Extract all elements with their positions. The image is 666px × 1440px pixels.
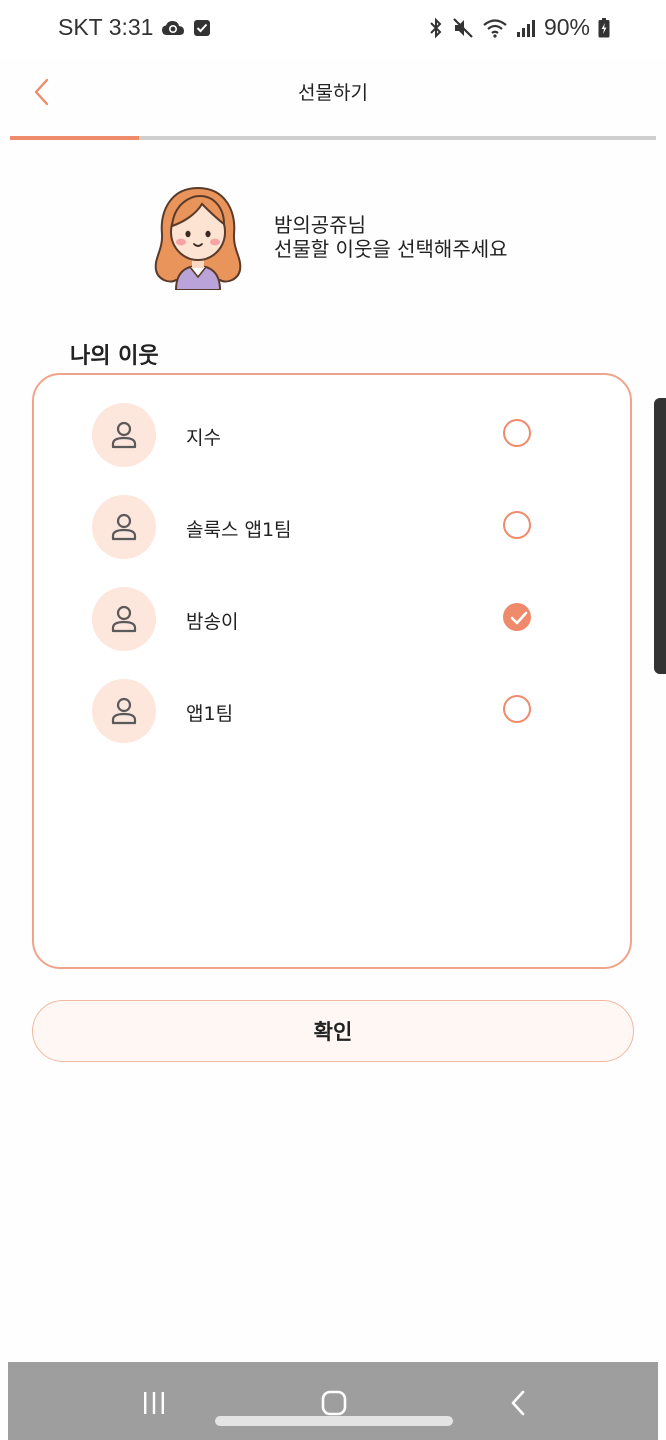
radio-button-checked[interactable] <box>503 603 531 631</box>
avatar <box>92 403 156 467</box>
screen: SKT 3:31 90% 선물하기 밤의공쥬님 선물할 이웃을 선택해주세요 나… <box>0 0 666 1440</box>
carrier-time: SKT 3:31 <box>58 14 154 40</box>
status-right: 90% <box>428 14 610 41</box>
user-icon <box>111 513 137 541</box>
avatar <box>92 587 156 651</box>
mute-icon <box>452 17 474 39</box>
back-icon <box>511 1390 525 1416</box>
intro: 밤의공쥬님 선물할 이웃을 선택해주세요 <box>150 184 508 291</box>
recent-apps-icon <box>144 1392 164 1414</box>
neighbor-item[interactable]: 밤송이 <box>92 587 572 651</box>
neighbor-name: 앱1팀 <box>186 703 234 725</box>
neighbor-name: 솔룩스 앱1팀 <box>186 519 292 541</box>
radio-button[interactable] <box>503 419 531 447</box>
home-button[interactable] <box>314 1386 354 1420</box>
status-left: SKT 3:31 <box>58 14 211 41</box>
page-title: 선물하기 <box>298 82 368 104</box>
neighbor-name: 지수 <box>186 427 221 449</box>
status-bar: SKT 3:31 90% <box>0 0 666 58</box>
neighbor-item[interactable]: 지수 <box>92 403 572 467</box>
neighbor-name: 밤송이 <box>186 611 239 633</box>
scrollbar[interactable] <box>654 398 666 674</box>
bluetooth-icon <box>428 17 444 39</box>
battery-icon <box>598 17 610 38</box>
user-icon <box>111 697 137 725</box>
neighbor-item[interactable]: 솔룩스 앱1팀 <box>92 495 572 559</box>
girl-avatar-illustration <box>150 184 246 291</box>
navigation-bar <box>8 1362 658 1440</box>
gesture-handle[interactable] <box>215 1416 453 1426</box>
check-icon <box>510 611 528 625</box>
recent-apps-button[interactable] <box>134 1386 174 1420</box>
signal-icon <box>516 18 536 38</box>
radio-button[interactable] <box>503 695 531 723</box>
intro-text: 밤의공쥬님 선물할 이웃을 선택해주세요 <box>274 213 508 261</box>
battery-percent: 90% <box>543 14 590 40</box>
cloud-icon <box>161 19 185 37</box>
home-icon <box>321 1390 347 1416</box>
user-icon <box>111 605 137 633</box>
wifi-icon <box>482 18 508 38</box>
radio-button[interactable] <box>503 511 531 539</box>
progress-bar <box>10 136 656 140</box>
progress-fill <box>10 136 140 140</box>
confirm-button[interactable]: 확인 <box>32 1000 634 1062</box>
header: 선물하기 <box>0 58 666 134</box>
user-icon <box>111 421 137 449</box>
avatar <box>92 495 156 559</box>
intro-greeting: 밤의공쥬님 <box>274 213 366 237</box>
neighbor-list: 지수 솔룩스 앱1팀 밤송이 앱1팀 <box>32 373 632 969</box>
intro-instruction: 선물할 이웃을 선택해주세요 <box>274 237 508 261</box>
nav-back-button[interactable] <box>498 1386 538 1420</box>
checkbox-notification-icon <box>193 19 211 37</box>
section-title: 나의 이웃 <box>70 344 159 369</box>
neighbor-item[interactable]: 앱1팀 <box>92 679 572 743</box>
avatar <box>92 679 156 743</box>
